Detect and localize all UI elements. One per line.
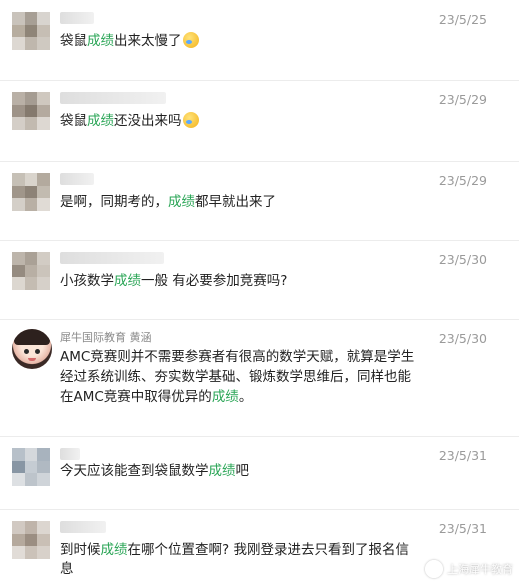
comment-text: 今天应该能查到袋鼠数学成绩吧 [60, 463, 249, 479]
highlight-keyword: 成绩 [211, 389, 239, 405]
comment-text: 袋鼠成绩还没出来吗 [60, 112, 420, 131]
commenter-name-blurred [60, 92, 166, 104]
crying-laughing-emoji-icon [182, 112, 199, 128]
avatar[interactable] [12, 252, 50, 290]
comment-date: 23/5/29 [438, 92, 487, 107]
highlight-keyword: 成绩 [114, 273, 141, 289]
avatar[interactable] [12, 92, 50, 130]
comment-date: 23/5/31 [438, 448, 487, 463]
highlight-keyword: 成绩 [208, 463, 236, 479]
commenter-name-blurred [60, 448, 80, 460]
highlight-keyword: 成绩 [100, 542, 128, 558]
comment-date: 23/5/31 [438, 521, 487, 536]
commenter-name-blurred [60, 173, 94, 185]
comment-text: 袋鼠成绩出来太慢了 [60, 32, 420, 51]
comment-text: AMC竞赛则并不需要参赛者有很高的数学天赋，就算是学生经过系统训练、夯实数学基础… [60, 349, 415, 405]
comment-item: 23/5/29 是啊，同期考的，成绩都早就出来了 [0, 161, 519, 241]
comment-item: 犀牛国际教育 黄涵 23/5/30 AMC竞赛则并不需要参赛者有很高的数学天赋，… [0, 319, 519, 437]
comment-item: 23/5/25 袋鼠成绩出来太慢了 [0, 0, 519, 81]
highlight-keyword: 成绩 [87, 113, 114, 129]
comment-item: 23/5/31 今天应该能查到袋鼠数学成绩吧 [0, 436, 519, 510]
avatar[interactable] [12, 448, 50, 486]
crying-laughing-emoji-icon [182, 32, 199, 48]
rhino-logo-icon [425, 560, 443, 578]
comment-date: 23/5/25 [438, 12, 487, 27]
highlight-keyword: 成绩 [168, 194, 195, 210]
avatar[interactable] [12, 173, 50, 211]
comment-text: 小孩数学成绩一般 有必要参加竞赛吗? [60, 273, 288, 289]
avatar[interactable] [12, 12, 50, 50]
comment-item: 23/5/30 小孩数学成绩一般 有必要参加竞赛吗? [0, 240, 519, 320]
comment-item: 23/5/29 袋鼠成绩还没出来吗 [0, 80, 519, 162]
highlight-keyword: 成绩 [87, 33, 114, 49]
comment-text: 到时候成绩在哪个位置查啊? 我刚登录进去只看到了报名信息 [60, 542, 409, 577]
comment-date: 23/5/30 [438, 331, 487, 346]
comment-text: 是啊，同期考的，成绩都早就出来了 [60, 194, 276, 210]
comment-date: 23/5/29 [438, 173, 487, 188]
watermark: 上海犀牛教育 [425, 560, 513, 578]
watermark-text: 上海犀牛教育 [447, 563, 513, 576]
commenter-name-blurred [60, 521, 106, 533]
avatar[interactable] [12, 329, 52, 369]
comment-date: 23/5/30 [438, 252, 487, 267]
commenter-name-blurred [60, 12, 94, 24]
avatar[interactable] [12, 521, 50, 559]
commenter-name[interactable]: 犀牛国际教育 黄涵 [60, 329, 152, 345]
commenter-name-blurred [60, 252, 164, 264]
